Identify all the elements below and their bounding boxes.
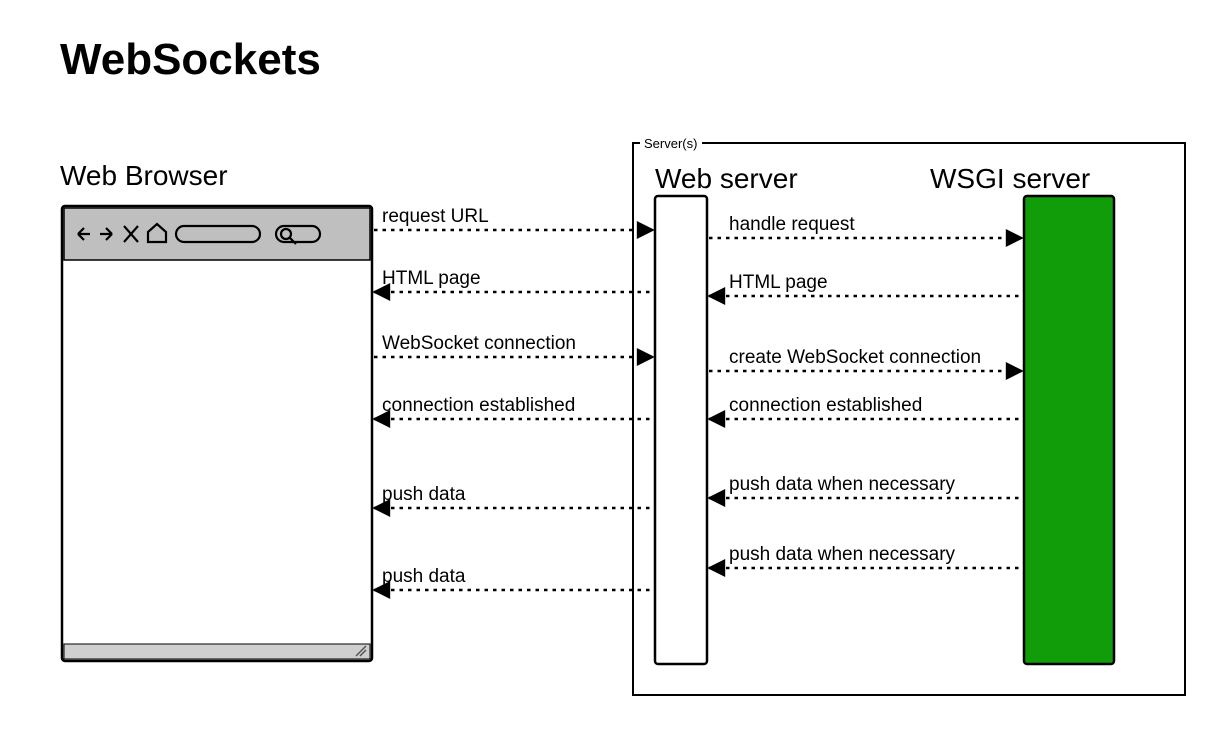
right-arrow-label-4: push data when necessary: [729, 474, 956, 495]
left-arrow-label-1: HTML page: [382, 268, 481, 289]
wsgi-server-label: WSGI server: [930, 163, 1090, 194]
left-arrow-label-5: push data: [382, 566, 466, 587]
right-arrow-label-1: HTML page: [729, 272, 828, 293]
left-arrow-label-3: connection established: [382, 395, 575, 416]
right-arrow-label-5: push data when necessary: [729, 544, 956, 565]
left-arrow-label-4: push data: [382, 484, 466, 505]
server-group-label: Server(s): [644, 136, 697, 151]
wsgi-server-box: [1024, 196, 1114, 664]
left-arrow-label-2: WebSocket connection: [382, 333, 576, 354]
browser-label: Web Browser: [60, 160, 228, 191]
web-server-label: Web server: [655, 163, 798, 194]
diagram-canvas: WebSockets Web Browser: [0, 0, 1223, 747]
right-arrow-label-0: handle request: [729, 214, 855, 235]
right-arrow-label-2: create WebSocket connection: [729, 347, 981, 368]
left-arrow-label-0: request URL: [382, 206, 489, 227]
web-server-box: [655, 196, 707, 664]
right-arrow-label-3: connection established: [729, 395, 922, 416]
browser-window: [62, 206, 372, 661]
browser-statusbar: [64, 644, 370, 659]
page-title: WebSockets: [60, 35, 321, 84]
